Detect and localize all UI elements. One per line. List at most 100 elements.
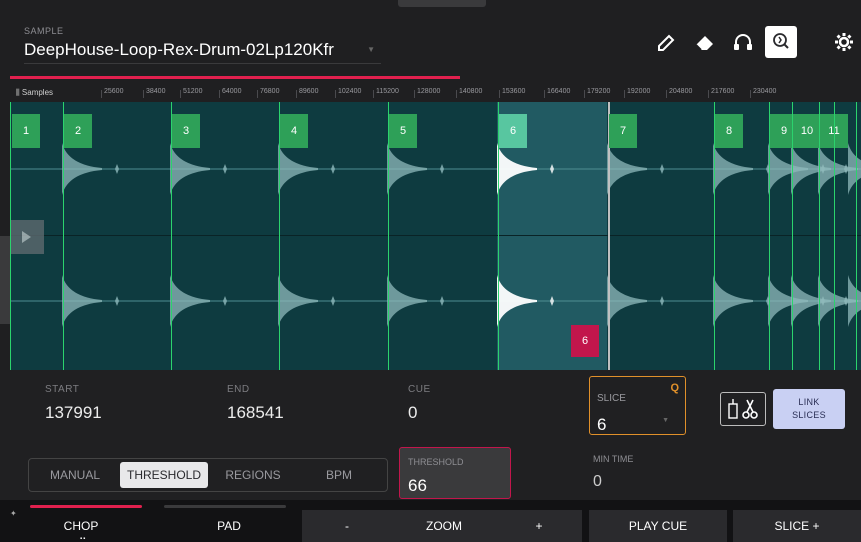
transient-shape	[170, 275, 210, 327]
zoom-icon[interactable]	[765, 26, 797, 58]
waveform-blip	[115, 164, 119, 174]
tab-regions[interactable]: REGIONS	[213, 462, 293, 488]
transient-shape	[170, 143, 210, 195]
ruler-tick: 25600	[100, 88, 124, 98]
pencil-icon[interactable]	[651, 26, 683, 58]
top-drag-handle[interactable]	[398, 0, 486, 7]
transient-shape	[607, 143, 647, 195]
ruler-tick: 179200	[583, 88, 611, 98]
transient-shape	[497, 143, 537, 195]
tab-threshold[interactable]: THRESHOLD	[120, 462, 208, 488]
left-edge-tab[interactable]	[0, 236, 10, 324]
slice-end-marker[interactable]: 6	[571, 325, 599, 357]
slice-marker-2[interactable]: 2	[64, 114, 92, 148]
play-cue-button[interactable]: PLAY CUE	[589, 510, 727, 542]
ruler-label: ⫼ Samples	[16, 88, 54, 97]
waveform-blip	[660, 164, 664, 174]
min-time-label: MIN TIME	[593, 454, 634, 464]
link-slices-button[interactable]: LINK SLICES	[773, 389, 845, 429]
slice-value: 6	[597, 415, 607, 434]
page-dots: ▪▪	[80, 536, 87, 542]
waveform-view[interactable]: 6 1234567891011	[10, 102, 861, 370]
ruler-tick: 38400	[142, 88, 166, 98]
chevron-down-icon: ▼	[662, 417, 669, 424]
slice-params: START 137991 END 168541 CUE 0 Q SLICE 6 …	[0, 370, 861, 442]
chop-modes: MANUAL THRESHOLD REGIONS BPM THRESHOLD 6…	[0, 442, 861, 500]
pad-indicator	[164, 505, 286, 508]
start-value: 137991	[45, 403, 102, 422]
waveform-blip	[440, 296, 444, 306]
transient-shape	[62, 143, 102, 195]
waveform-blip	[331, 296, 335, 306]
cue-value: 0	[408, 403, 418, 422]
slice-boundary-line[interactable]	[10, 102, 11, 370]
chop-active-indicator	[30, 505, 142, 508]
start-param[interactable]: START 137991	[45, 384, 102, 423]
slice-marker-6[interactable]: 6	[499, 114, 527, 148]
ruler-tick: 76800	[256, 88, 280, 98]
headphones-icon[interactable]	[727, 26, 759, 58]
transient-shape	[713, 143, 753, 195]
chop-mode-screen: SAMPLE ▼ DeepHouse-Loop-Rex-Drum-02Lp120…	[0, 0, 861, 542]
sample-caption: SAMPLE	[24, 26, 64, 36]
transient-shape	[607, 275, 647, 327]
transient-shape	[497, 275, 537, 327]
ruler-tick: 89600	[295, 88, 319, 98]
scissors-icon	[728, 399, 758, 419]
waveform-blip	[331, 164, 335, 174]
transient-shape	[278, 275, 318, 327]
ruler-tick: 115200	[373, 88, 399, 98]
slice-plus-button[interactable]: SLICE +	[733, 510, 861, 542]
transient-shape	[848, 143, 861, 195]
cue-param[interactable]: CUE 0	[408, 384, 431, 423]
transient-shape	[848, 275, 861, 327]
waveform-blip	[115, 296, 119, 306]
ruler-tick: 102400	[334, 88, 362, 98]
transient-shape	[387, 275, 427, 327]
ruler-tick: 128000	[413, 88, 441, 98]
slice-marker-7[interactable]: 7	[609, 114, 637, 148]
min-time-field[interactable]: MIN TIME 0	[593, 454, 633, 491]
ruler-tick: 51200	[179, 88, 203, 98]
tab-manual[interactable]: MANUAL	[35, 462, 115, 488]
slice-marker-10[interactable]: 10	[793, 114, 821, 148]
waveform-blip	[223, 164, 227, 174]
channel-divider	[10, 235, 861, 236]
ruler-scroll-indicator[interactable]	[10, 76, 460, 79]
end-param[interactable]: END 168541	[227, 384, 284, 423]
slice-boundary-line[interactable]	[856, 102, 857, 370]
tab-bpm[interactable]: BPM	[299, 462, 379, 488]
min-time-value: 0	[593, 473, 602, 490]
slice-label: SLICE	[597, 393, 626, 404]
threshold-field[interactable]: THRESHOLD 66	[399, 447, 511, 499]
sample-ruler[interactable]: ⫼ Samples 25600 38400 51200 64000 76800 89600…	[10, 82, 861, 102]
pad-button[interactable]: PAD	[162, 510, 296, 542]
header: SAMPLE ▼ DeepHouse-Loop-Rex-Drum-02Lp120…	[0, 0, 861, 66]
waveform-blip	[550, 164, 554, 174]
settings-gear-icon[interactable]	[828, 26, 860, 58]
zoom-out-button[interactable]: -	[302, 510, 392, 542]
ruler-tick: 230400	[749, 88, 777, 98]
transient-shape	[278, 143, 318, 195]
zoom-in-button[interactable]: +	[496, 510, 582, 542]
threshold-label: THRESHOLD	[408, 457, 464, 467]
slice-marker-4[interactable]: 4	[280, 114, 308, 148]
eraser-icon[interactable]	[689, 26, 721, 58]
pin-icon[interactable]: ✦	[10, 509, 17, 518]
ruler-tick: 192000	[623, 88, 651, 98]
ruler-tick: 140800	[455, 88, 483, 98]
slice-marker-8[interactable]: 8	[715, 114, 743, 148]
ruler-tick: 166400	[543, 88, 571, 98]
slice-marker-1[interactable]: 1	[12, 114, 40, 148]
transient-shape	[62, 275, 102, 327]
end-value: 168541	[227, 403, 284, 422]
slice-tool-button[interactable]	[720, 392, 766, 426]
waveform-blip	[440, 164, 444, 174]
slice-marker-5[interactable]: 5	[389, 114, 417, 148]
ruler-tick: 204800	[665, 88, 693, 98]
slice-selector[interactable]: Q SLICE 6 ▼	[589, 376, 686, 435]
slice-boundary-line[interactable]	[834, 102, 835, 370]
slice-marker-3[interactable]: 3	[172, 114, 200, 148]
play-marker-handle[interactable]	[10, 220, 44, 254]
waveform-blip	[223, 296, 227, 306]
